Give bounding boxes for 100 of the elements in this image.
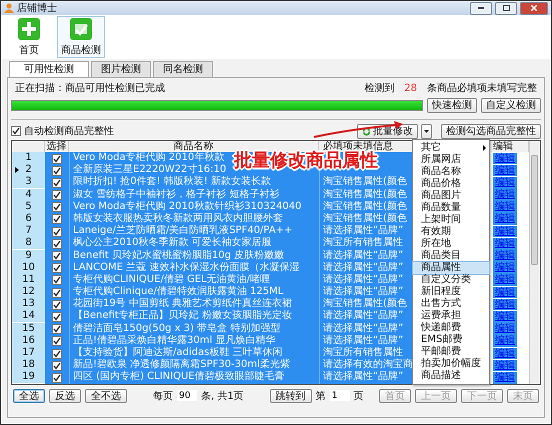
table-cell: 请选择属性“品牌” (323, 371, 404, 382)
row-number: 16 (12, 334, 45, 348)
menu-item[interactable]: 所在地 (413, 238, 489, 250)
auto-check-label: 自动检测商品完整性 (24, 124, 114, 138)
table-cell: 枫心公主2010秋冬季新款 可爱长袖女家居服 (73, 237, 272, 248)
per-page-label: 每页 (153, 390, 173, 403)
scrollbar[interactable] (529, 141, 540, 384)
menu-item[interactable]: 商品价格 (413, 178, 489, 190)
menu-item[interactable]: 运费承担 (413, 310, 489, 322)
table-cell: Laneige/兰芝防晒霜/美白防晒乳液SPF40/PA++ (73, 225, 292, 236)
checkbox[interactable] (52, 214, 62, 224)
table-cell: 【Benefit专柜正品】贝玲妃 粉嫩女孩胭脂光定妆 (73, 310, 292, 322)
page-field[interactable]: 1 (330, 390, 350, 402)
check-button[interactable]: 快速检测 (427, 98, 477, 112)
table-cell: 请选择属性“品牌” (323, 262, 404, 273)
checkbox[interactable] (52, 178, 62, 188)
tab[interactable]: 同名检测 (153, 61, 213, 77)
checkbox[interactable] (52, 360, 62, 371)
row-number: 19 (12, 371, 45, 384)
menu-item[interactable]: 拍卖加价幅度 (413, 358, 489, 370)
table-cell: 淘宝所有销售属性 (323, 237, 403, 248)
check-button[interactable]: 自定义检测 (481, 98, 541, 112)
select-button[interactable]: 全选 (13, 388, 45, 403)
menu-item[interactable]: 快递邮费 (413, 322, 489, 334)
annotation-text: 批量修改商品属性 (234, 151, 378, 171)
checkbox[interactable] (52, 238, 62, 249)
table-cell: 淘宝销售属性(颜色 (323, 298, 407, 310)
checkbox[interactable] (52, 300, 62, 310)
checkbox[interactable] (52, 336, 62, 346)
table-cell: 淘宝所有销售属性 (323, 347, 403, 358)
check-selected-button[interactable]: 检测勾选商品完整性 (441, 124, 541, 138)
table-cell: 全新原装三星E2220W22寸16:10 (73, 164, 226, 176)
select-button[interactable]: 反选 (49, 388, 81, 403)
row-number: 1 (12, 152, 45, 165)
refresh-icon (362, 126, 371, 136)
menu-item[interactable]: 所属网店 (413, 154, 489, 166)
table-cell: 限时折扣! 抢0件套! 韩版秋装! 新款女装长款 (73, 176, 271, 188)
checkbox[interactable] (52, 226, 62, 237)
table-cell: 正品!倩碧晶采焕白精华露30ml 显凡焕白精华 (73, 334, 276, 346)
row-number: 10 (12, 262, 45, 275)
menu-item[interactable]: 商品图片 (413, 190, 489, 202)
row-number: 15 (12, 322, 45, 336)
menu-item[interactable]: 出售方式 (413, 298, 489, 310)
menu-item[interactable]: 商品描述 (413, 370, 489, 382)
row-number: 11 (12, 274, 45, 287)
scan-status: 正在扫描：商品可用性检测已完成 (15, 82, 165, 95)
checkbox[interactable] (52, 275, 62, 286)
table-cell: 请选择属性“品牌” (323, 274, 404, 285)
checkbox[interactable] (52, 348, 62, 358)
table-cell: 专柜代购Clinique/倩碧特效润肤露黄油 125ML (73, 286, 284, 298)
checkbox[interactable] (52, 166, 62, 176)
toolbar-button[interactable]: 商品检测 (57, 16, 105, 58)
menu-item[interactable]: EMS邮费 (413, 334, 489, 346)
dropdown-button[interactable] (421, 124, 432, 138)
submenu-arrow-icon (483, 145, 486, 151)
row-number: 8 (12, 237, 45, 250)
package-check-icon (70, 18, 92, 40)
checkbox[interactable] (52, 324, 62, 334)
tab[interactable]: 可用性检测 (9, 61, 89, 77)
menu-item[interactable]: 商品数量 (413, 202, 489, 214)
row-number: 9 (12, 250, 45, 262)
menu-item[interactable]: 商品名称 (413, 166, 489, 178)
table-cell: 请选择属性“品牌” (323, 334, 404, 346)
menu-item[interactable]: 商品类目 (413, 250, 489, 262)
close-button[interactable] (520, 2, 548, 14)
checkbox[interactable] (11, 126, 21, 136)
menu-item[interactable]: 平邮邮费 (413, 346, 489, 358)
table-cell: LANCOME 兰蔻 速效补水保湿水份面膜（水凝保湿 (73, 262, 300, 273)
toolbar-button[interactable]: 首页 (5, 16, 53, 58)
menu-item[interactable]: 上架时间 (413, 214, 489, 226)
checkbox[interactable] (52, 202, 62, 212)
menu-item[interactable]: 其它 (413, 142, 489, 154)
table-cell: Vero Moda专柜代购 2010年秋款 (73, 152, 224, 163)
row-number: 12 (12, 286, 45, 300)
plus-icon (18, 18, 40, 40)
per-page-field[interactable]: 90 (177, 390, 197, 402)
row-number: 4 (12, 188, 45, 202)
jump-button[interactable]: 跳转到 (270, 388, 312, 403)
minimize-button[interactable] (470, 2, 492, 14)
checkbox[interactable] (52, 288, 62, 298)
menu-item[interactable]: 自定义分类 (413, 274, 489, 286)
checkbox[interactable] (52, 263, 62, 274)
checkbox[interactable] (52, 190, 62, 200)
table-cell: 淘宝销售属性(颜色 (323, 212, 407, 224)
checkbox[interactable] (52, 154, 62, 164)
select-button[interactable]: 全不选 (85, 388, 127, 403)
checkbox[interactable] (52, 251, 62, 261)
table-cell: 淘宝销售属性(颜色 (323, 200, 407, 212)
menu-item[interactable]: 新旧程度 (413, 286, 489, 298)
checkbox[interactable] (52, 372, 62, 383)
table-cell: 请选择属性“品牌” (323, 322, 404, 334)
maximize-button[interactable] (495, 2, 517, 14)
tab[interactable]: 图片检测 (91, 61, 151, 77)
checkbox[interactable] (52, 312, 62, 322)
table-cell: 淑女 雪纺格子中袖衬衫，格子衬衫 短格子衬衫 (73, 188, 280, 200)
menu-item[interactable]: 商品属性 (413, 262, 489, 274)
menu-item[interactable]: 有效期 (413, 226, 489, 238)
summary-label: 检测到 (364, 82, 394, 95)
row-number: 6 (12, 212, 45, 226)
table-cell: 请选择属性“品牌” (323, 286, 404, 298)
